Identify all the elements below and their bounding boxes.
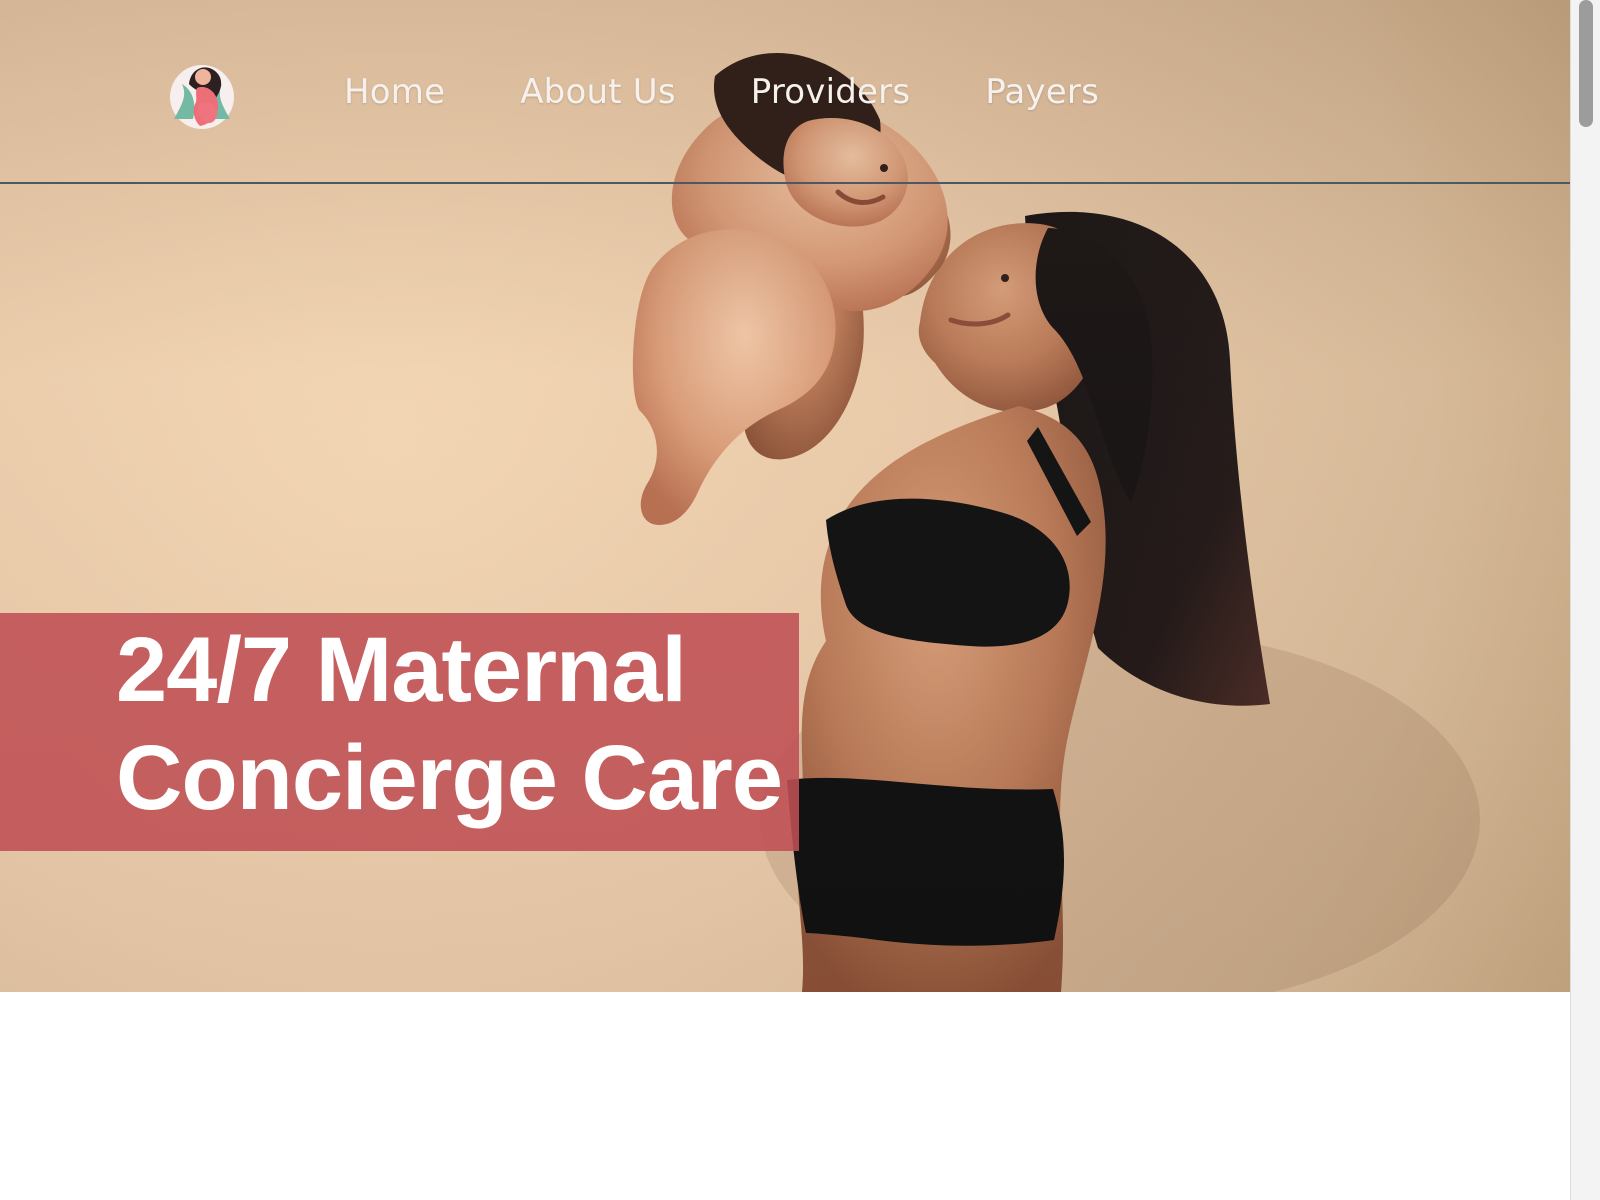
main-navigation: Home About Us Providers Payers <box>344 70 1099 114</box>
hero-headline: 24/7 Maternal Concierge Care <box>116 616 816 832</box>
nav-about-us-link[interactable]: About Us <box>520 70 676 114</box>
nav-payers-link[interactable]: Payers <box>985 70 1099 114</box>
webpage: Home About Us Providers Payers 24/7 Mate… <box>0 0 1600 1200</box>
nav-home-link[interactable]: Home <box>344 70 445 114</box>
scrollbar-thumb[interactable] <box>1579 0 1593 127</box>
vertical-scrollbar-icon[interactable] <box>1570 0 1600 1200</box>
nav-providers-link[interactable]: Providers <box>751 70 911 114</box>
pregnant-woman-logo-icon[interactable] <box>166 53 238 133</box>
hero-headline-line-2: Concierge Care <box>116 727 783 829</box>
hero-section: Home About Us Providers Payers 24/7 Mate… <box>0 0 1570 992</box>
hero-headline-line-1: 24/7 Maternal <box>116 619 687 721</box>
site-header: Home About Us Providers Payers <box>0 0 1570 184</box>
browser-viewport: Home About Us Providers Payers 24/7 Mate… <box>0 0 1570 1200</box>
